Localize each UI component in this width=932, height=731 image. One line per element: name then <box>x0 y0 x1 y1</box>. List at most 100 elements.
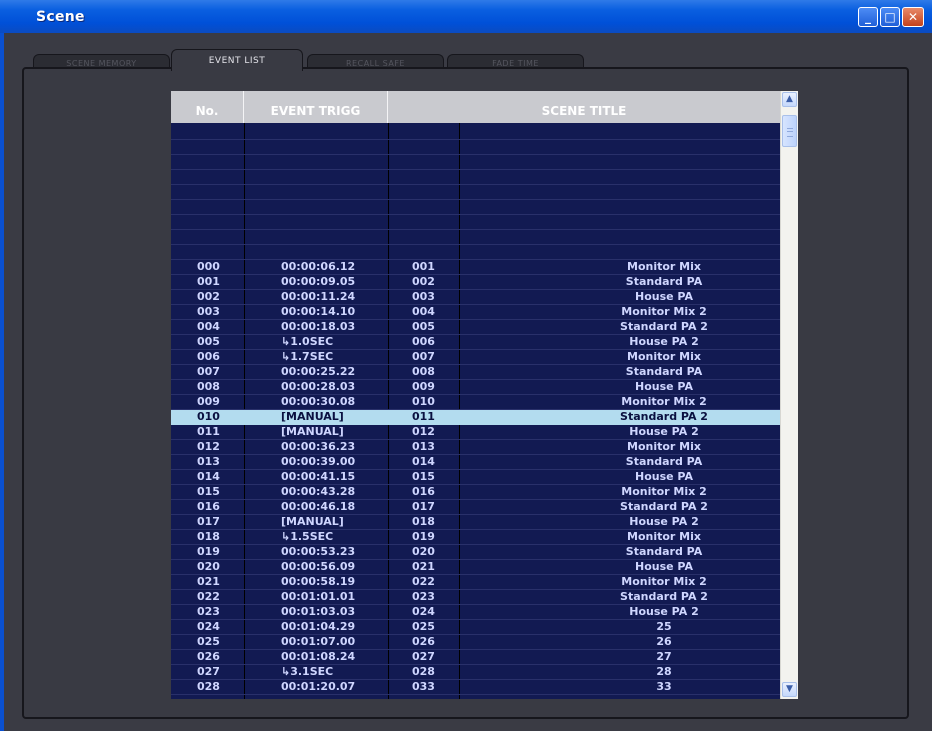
cell-event-trigger: 00:01:08.24 <box>281 650 356 663</box>
table-row[interactable]: 008 00:00:28.03 009 House PA <box>171 380 780 395</box>
cell-event-trigger: [MANUAL] <box>281 425 344 438</box>
cell-no: 013 <box>197 455 220 468</box>
table-row[interactable]: 026 00:01:08.24 027 27 <box>171 650 780 665</box>
cell-scene-number: 017 <box>412 500 435 513</box>
table-row[interactable]: 004 00:00:18.03 005 Standard PA 2 <box>171 320 780 335</box>
table-row[interactable]: 015 00:00:43.28 016 Monitor Mix 2 <box>171 485 780 500</box>
vertical-scrollbar[interactable]: ▲ ▼ <box>780 91 798 699</box>
table-row[interactable]: 020 00:00:56.09 021 House PA <box>171 560 780 575</box>
arrow-down-icon: ▼ <box>786 684 793 694</box>
cell-scene-number: 033 <box>412 680 435 693</box>
close-icon: ✕ <box>907 10 919 24</box>
table-row[interactable]: 000 00:00:06.12 001 Monitor Mix <box>171 260 780 275</box>
cell-scene-title: Monitor Mix <box>627 440 701 453</box>
table-row[interactable]: 006 ↳1.7SEC 007 Monitor Mix <box>171 350 780 365</box>
cell-no: 021 <box>197 575 220 588</box>
table-row[interactable]: 003 00:00:14.10 004 Monitor Mix 2 <box>171 305 780 320</box>
minimize-button[interactable]: _ <box>858 7 878 27</box>
cell-event-trigger: 00:01:07.00 <box>281 635 356 648</box>
table-row[interactable]: 012 00:00:36.23 013 Monitor Mix <box>171 440 780 455</box>
table-row[interactable]: 007 00:00:25.22 008 Standard PA <box>171 365 780 380</box>
scroll-thumb[interactable] <box>782 115 797 147</box>
cell-scene-number: 005 <box>412 320 435 333</box>
table-row[interactable]: 016 00:00:46.18 017 Standard PA 2 <box>171 500 780 515</box>
table-row[interactable]: 001 00:00:09.05 002 Standard PA <box>171 275 780 290</box>
table-row[interactable]: 022 00:01:01.01 023 Standard PA 2 <box>171 590 780 605</box>
cell-scene-title: Monitor Mix 2 <box>621 485 707 498</box>
cell-scene-title: House PA <box>635 380 693 393</box>
cell-scene-number: 014 <box>412 455 435 468</box>
cell-scene-title: House PA 2 <box>629 515 699 528</box>
table-row[interactable]: 014 00:00:41.15 015 House PA <box>171 470 780 485</box>
cell-scene-number: 023 <box>412 590 435 603</box>
cell-scene-number: 001 <box>412 260 435 273</box>
table-row[interactable]: 028 00:01:20.07 033 33 <box>171 680 780 695</box>
cell-event-trigger: 00:00:11.24 <box>281 290 356 303</box>
cell-event-trigger: 00:01:01.01 <box>281 590 356 603</box>
cell-scene-title: 25 <box>656 620 672 633</box>
cell-scene-title: Standard PA <box>625 275 703 288</box>
maximize-button[interactable]: □ <box>880 7 900 27</box>
table-row[interactable]: 019 00:00:53.23 020 Standard PA <box>171 545 780 560</box>
table-row[interactable]: 005 ↳1.0SEC 006 House PA 2 <box>171 335 780 350</box>
scroll-up-button[interactable]: ▲ <box>782 92 797 107</box>
table-row[interactable]: 018 ↳1.5SEC 019 Monitor Mix <box>171 530 780 545</box>
table-row[interactable]: 023 00:01:03.03 024 House PA 2 <box>171 605 780 620</box>
table-row[interactable]: 010 [MANUAL] 011 Standard PA 2 <box>171 410 780 425</box>
cell-scene-title: 33 <box>656 680 672 693</box>
cell-scene-title: Standard PA 2 <box>620 590 708 603</box>
table-row[interactable]: 021 00:00:58.19 022 Monitor Mix 2 <box>171 575 780 590</box>
cell-no: 025 <box>197 635 220 648</box>
table-row[interactable]: 013 00:00:39.00 014 Standard PA <box>171 455 780 470</box>
cell-event-trigger: 00:00:39.00 <box>281 455 356 468</box>
tab-event-list[interactable]: EVENT LIST <box>171 49 303 71</box>
cell-scene-title: Monitor Mix <box>627 260 701 273</box>
cell-scene-title: 27 <box>656 650 672 663</box>
cell-event-trigger: 00:00:30.08 <box>281 395 356 408</box>
cell-no: 022 <box>197 590 220 603</box>
table-row[interactable]: 017 [MANUAL] 018 House PA 2 <box>171 515 780 530</box>
table-row[interactable]: 024 00:01:04.29 025 25 <box>171 620 780 635</box>
cell-scene-title: Monitor Mix 2 <box>621 575 707 588</box>
cell-no: 015 <box>197 485 220 498</box>
cell-event-trigger: 00:00:43.28 <box>281 485 356 498</box>
cell-scene-title: Standard PA 2 <box>620 320 708 333</box>
window-title: Scene <box>36 9 85 25</box>
cell-event-trigger: 00:00:14.10 <box>281 305 356 318</box>
cell-no: 004 <box>197 320 220 333</box>
cell-scene-title: Standard PA <box>625 455 703 468</box>
event-list-table: No. EVENT TRIGG SCENE TITLE 000 00:00:06.… <box>171 91 780 699</box>
cell-scene-number: 011 <box>412 410 435 423</box>
cell-scene-number: 013 <box>412 440 435 453</box>
cell-no: 027 <box>197 665 220 678</box>
empty-row <box>171 140 780 155</box>
cell-no: 024 <box>197 620 220 633</box>
cell-scene-title: 28 <box>656 665 672 678</box>
cell-no: 023 <box>197 605 220 618</box>
cell-scene-title: House PA 2 <box>629 425 699 438</box>
cell-event-trigger: [MANUAL] <box>281 515 344 528</box>
table-row[interactable]: 002 00:00:11.24 003 House PA <box>171 290 780 305</box>
scroll-down-button[interactable]: ▼ <box>782 682 797 697</box>
cell-no: 007 <box>197 365 220 378</box>
cell-event-trigger: 00:00:46.18 <box>281 500 356 513</box>
empty-row <box>171 185 780 200</box>
header-event-trigger[interactable]: EVENT TRIGG <box>244 91 388 123</box>
cell-scene-number: 027 <box>412 650 435 663</box>
empty-row <box>171 155 780 170</box>
table-row[interactable]: 011 [MANUAL] 012 House PA 2 <box>171 425 780 440</box>
cell-scene-number: 024 <box>412 605 435 618</box>
empty-row <box>171 245 780 260</box>
close-button[interactable]: ✕ <box>902 7 924 27</box>
header-no[interactable]: No. <box>171 91 244 123</box>
table-row[interactable]: 025 00:01:07.00 026 26 <box>171 635 780 650</box>
header-scene-title[interactable]: SCENE TITLE <box>388 91 780 123</box>
cell-no: 012 <box>197 440 220 453</box>
table-row[interactable]: 027 ↳3.1SEC 028 28 <box>171 665 780 680</box>
table-row[interactable]: 009 00:00:30.08 010 Monitor Mix 2 <box>171 395 780 410</box>
cell-event-trigger: 00:00:28.03 <box>281 380 356 393</box>
cell-no: 000 <box>197 260 220 273</box>
cell-scene-title: House PA 2 <box>629 335 699 348</box>
cell-no: 028 <box>197 680 220 693</box>
cell-no: 002 <box>197 290 220 303</box>
